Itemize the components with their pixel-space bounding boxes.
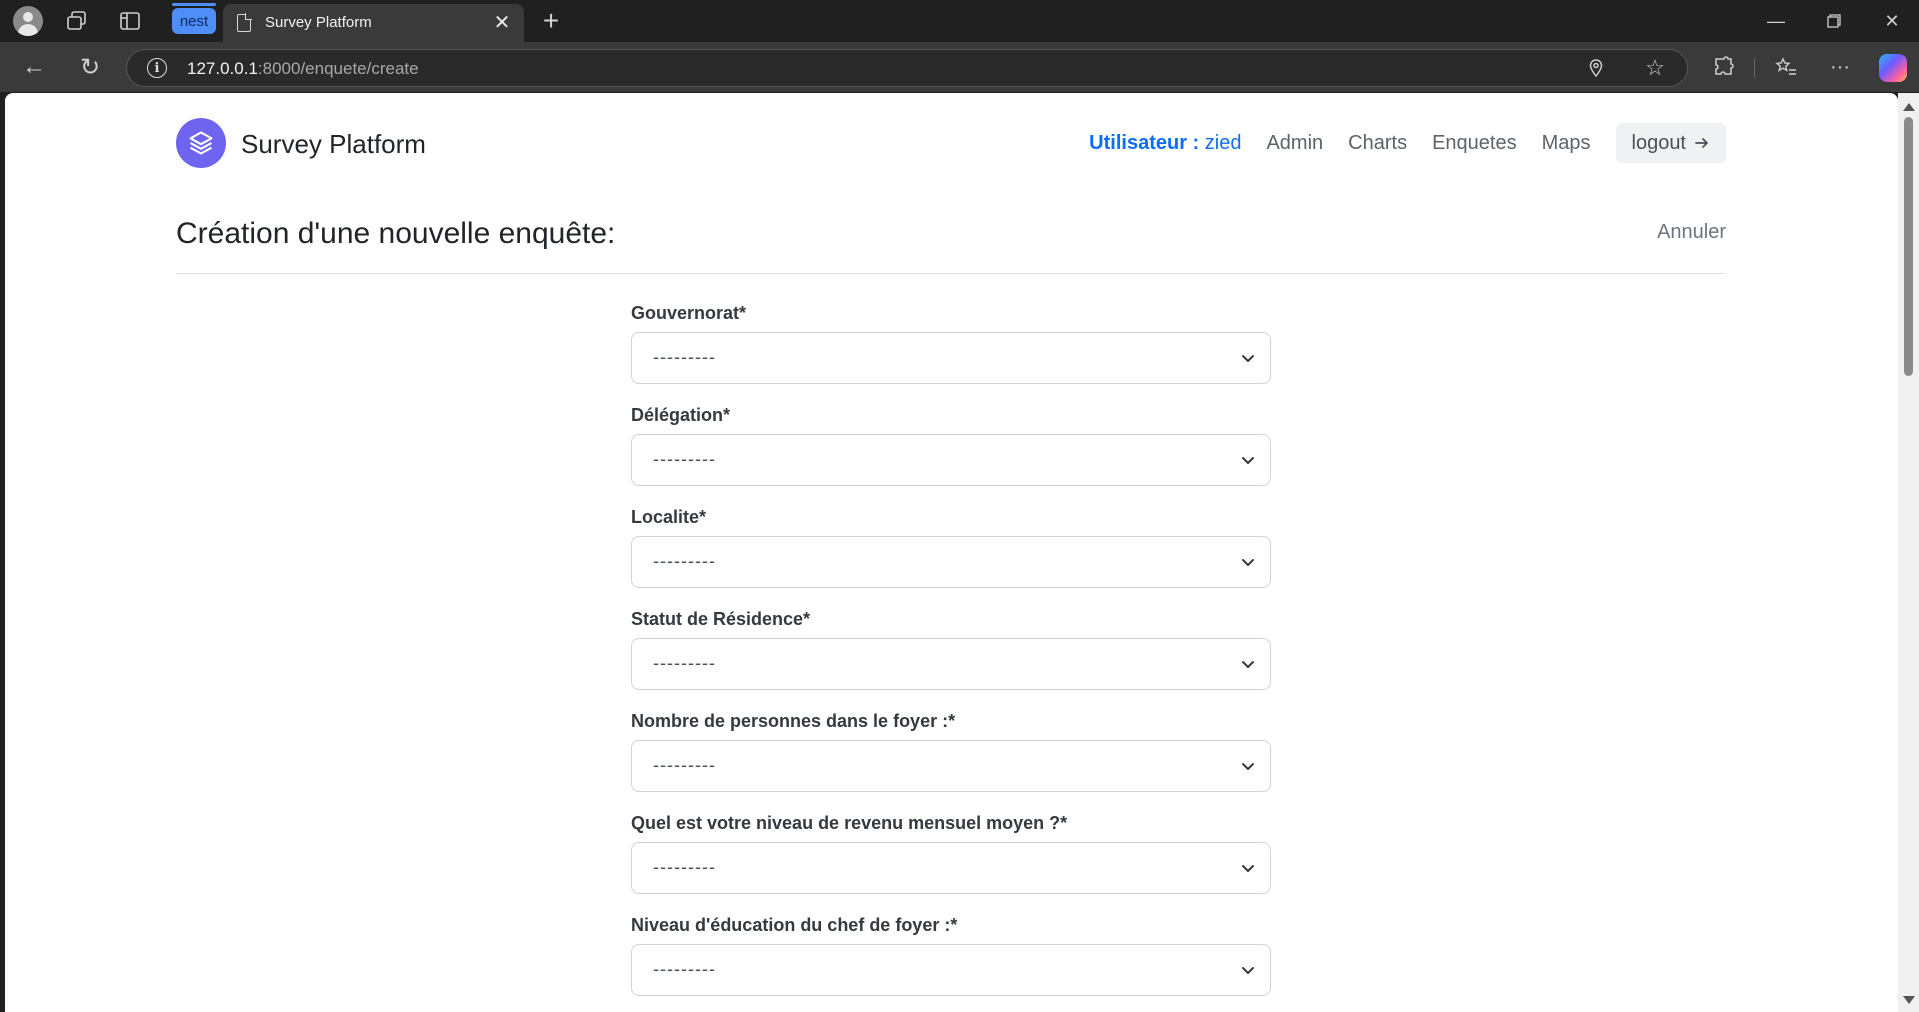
field-label: Gouvernorat* [631,303,747,323]
reload-icon[interactable]: ↻ [73,50,107,84]
current-user: Utilisateur : zied [1089,131,1242,154]
active-tab[interactable]: Survey Platform ✕ [223,4,524,42]
chevron-down-icon [1242,457,1254,464]
browser-toolbar: ← ↻ i 127.0.0.1:8000/enquete/create ☆ ··… [0,42,1919,92]
select-value: --------- [653,653,716,673]
statut-residence-select[interactable]: --------- [631,638,1271,690]
back-icon[interactable]: ← [17,50,51,84]
vertical-tabs-icon[interactable] [116,8,144,34]
select-value: --------- [653,347,716,367]
logout-label: logout [1631,131,1687,154]
layers-icon[interactable] [176,118,226,168]
select-value: --------- [653,959,716,979]
niveau-education-select[interactable]: --------- [631,944,1271,996]
nav-link-maps[interactable]: Maps [1542,132,1591,155]
field-label: Nombre de personnes dans le foyer :* [631,711,956,731]
delegation-select[interactable]: --------- [631,434,1271,486]
field-statut-residence: Statut de Résidence* --------- [631,609,1271,711]
field-nombre-personnes: Nombre de personnes dans le foyer :* ---… [631,711,1271,813]
chevron-down-icon [1242,355,1254,362]
select-value: --------- [653,755,716,775]
browser-tab-bar: nest Survey Platform ✕ + — ✕ [0,0,1919,42]
field-label: Localite* [631,507,707,527]
page-title: Création d'une nouvelle enquête: [176,217,616,250]
field-niveau-education: Niveau d'éducation du chef de foyer :* -… [631,915,1271,1012]
restore-icon[interactable] [1811,4,1857,38]
field-label: Statut de Résidence* [631,609,811,629]
field-gouvernorat: Gouvernorat* --------- [631,303,1271,405]
gouvernorat-select[interactable]: --------- [631,332,1271,384]
close-window-icon[interactable]: ✕ [1869,4,1915,38]
nav-link-enquetes[interactable]: Enquetes [1432,132,1517,155]
tab-group-indicator [172,3,216,6]
revenu-mensuel-select[interactable]: --------- [631,842,1271,894]
chevron-down-icon [1242,865,1254,872]
nav-link-charts[interactable]: Charts [1348,132,1407,155]
address-bar[interactable]: i 127.0.0.1:8000/enquete/create ☆ [126,49,1688,87]
field-label: Quel est votre niveau de revenu mensuel … [631,813,1068,833]
cancel-link[interactable]: Annuler [1657,221,1726,244]
field-label: Niveau d'éducation du chef de foyer :* [631,915,958,935]
logout-button[interactable]: logout [1615,123,1726,163]
page-container: Survey Platform Utilisateur : zied Admin… [176,93,1726,1012]
field-revenu-mensuel: Quel est votre niveau de revenu mensuel … [631,813,1271,915]
field-label: Délégation* [631,405,731,425]
url-text[interactable]: 127.0.0.1:8000/enquete/create [187,59,419,79]
select-value: --------- [653,449,716,469]
page-icon [237,13,252,32]
site-header: Survey Platform Utilisateur : zied Admin… [176,93,1726,183]
scroll-up-icon[interactable] [1903,103,1915,111]
field-delegation: Délégation* --------- [631,405,1271,507]
brand-name[interactable]: Survey Platform [241,129,426,160]
main-nav: Utilisateur : zied Admin Charts Enquetes… [1089,123,1726,163]
chevron-down-icon [1242,661,1254,668]
chevron-down-icon [1242,559,1254,566]
nombre-personnes-select[interactable]: --------- [631,740,1271,792]
tab-group-label[interactable]: nest [172,8,216,34]
chevron-down-icon [1242,967,1254,974]
copilot-icon[interactable] [1879,54,1907,82]
chevron-down-icon [1242,763,1254,770]
site-info-icon[interactable]: i [147,58,167,78]
new-tab-icon[interactable]: + [536,5,566,36]
field-localite: Localite* --------- [631,507,1271,609]
page-scrollbar[interactable] [1898,93,1919,1012]
arrow-right-icon [1695,138,1708,148]
favorites-icon[interactable] [1769,50,1803,84]
close-tab-icon[interactable]: ✕ [490,10,514,34]
workspaces-icon[interactable] [63,8,91,34]
favorite-star-icon[interactable]: ☆ [1641,54,1669,82]
scrollbar-thumb[interactable] [1904,117,1913,376]
title-divider [176,273,1726,274]
select-value: --------- [653,551,716,571]
select-value: --------- [653,857,716,877]
toolbar-separator [1754,58,1755,78]
scroll-down-icon[interactable] [1903,996,1915,1004]
survey-create-form: Gouvernorat* --------- Délégation* -----… [631,303,1271,1012]
more-options-icon[interactable]: ··· [1823,50,1857,84]
tab-title: Survey Platform [265,14,372,31]
nav-link-admin[interactable]: Admin [1266,132,1323,155]
page-viewport: Survey Platform Utilisateur : zied Admin… [5,93,1898,1012]
location-icon[interactable] [1585,57,1607,79]
minimize-icon[interactable]: — [1753,4,1799,38]
extensions-icon[interactable] [1707,50,1741,84]
profile-avatar-icon[interactable] [13,6,43,36]
localite-select[interactable]: --------- [631,536,1271,588]
